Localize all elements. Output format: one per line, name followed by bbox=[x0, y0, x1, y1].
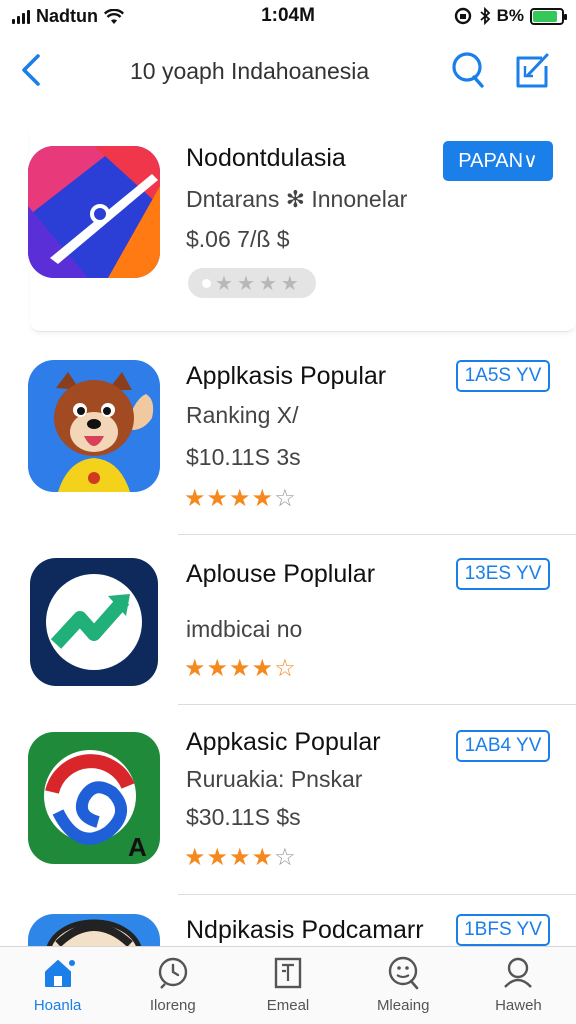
page-title: 10 yoaph Indahoanesia bbox=[130, 58, 370, 84]
tab-home[interactable]: Hoanla bbox=[0, 947, 115, 1024]
bear-mascot-app-icon[interactable] bbox=[28, 360, 160, 492]
app-price: $10.11S 3s bbox=[186, 444, 301, 470]
star-icon: ☆ bbox=[274, 655, 297, 682]
status-bar: Nadtun 1:04M B% bbox=[0, 0, 576, 34]
trend-app-icon[interactable] bbox=[28, 556, 160, 688]
star-icon: ★ bbox=[206, 655, 230, 682]
star-icon: ★ bbox=[206, 485, 230, 512]
star-icon: ★ bbox=[184, 655, 207, 682]
face-app-icon[interactable] bbox=[28, 914, 160, 946]
document-icon bbox=[274, 957, 302, 989]
app-price: imdbicai no bbox=[186, 616, 303, 642]
app-name[interactable]: Appkasic Popular bbox=[186, 728, 381, 757]
app-subtitle: Dntarans ✻ Innonelar bbox=[186, 186, 408, 212]
tab-label: Hoanla bbox=[33, 997, 82, 1014]
star-icon: ★ bbox=[258, 272, 277, 295]
star-icon: ★ bbox=[251, 844, 275, 871]
svg-text:A: A bbox=[128, 832, 147, 862]
get-button[interactable]: 1AB4 YV bbox=[456, 730, 550, 762]
tab-profile[interactable]: Haweh bbox=[461, 947, 576, 1024]
person-icon bbox=[504, 957, 533, 988]
star-icon: ★ bbox=[251, 485, 275, 512]
rating-pill: ★ ★ ★ ★ bbox=[188, 268, 316, 298]
star-icon: ★ bbox=[251, 655, 275, 682]
orientation-lock-icon bbox=[454, 7, 471, 25]
app-name[interactable]: Aplouse Poplular bbox=[186, 560, 375, 589]
divider bbox=[178, 704, 576, 705]
star-rating: ★★★★☆ bbox=[184, 843, 297, 872]
divider bbox=[178, 894, 576, 895]
battery-percent: B% bbox=[496, 6, 524, 25]
swirl-app-icon[interactable]: A bbox=[28, 732, 160, 864]
app-price: $30.11S $s bbox=[186, 804, 301, 830]
app-name[interactable]: Ndpikasis Podcamarr bbox=[186, 916, 424, 945]
search-icon[interactable] bbox=[448, 50, 488, 90]
app-name[interactable]: Nodontdulasia bbox=[186, 144, 346, 173]
star-icon: ★ bbox=[229, 485, 252, 512]
compass-app-icon[interactable] bbox=[28, 146, 160, 278]
rating-dot bbox=[202, 278, 211, 288]
search-chat-icon bbox=[389, 956, 419, 990]
chevron-left-icon[interactable] bbox=[14, 50, 50, 90]
navigation-bar: 10 yoaph Indahoanesia bbox=[0, 44, 576, 100]
compose-icon[interactable] bbox=[512, 50, 552, 90]
star-icon: ★ bbox=[184, 844, 207, 871]
clock-icon bbox=[158, 957, 187, 989]
star-icon: ★ bbox=[229, 844, 252, 871]
tab-label: Haweh bbox=[495, 997, 542, 1014]
tab-document[interactable]: Emeal bbox=[230, 947, 345, 1024]
app-subtitle: Ruruakia: Pnskar bbox=[186, 766, 363, 792]
star-icon: ☆ bbox=[274, 485, 297, 512]
app-name[interactable]: Applkasis Popular bbox=[186, 362, 386, 391]
status-right: B% bbox=[453, 6, 567, 26]
get-button[interactable]: 1BFS YV bbox=[456, 914, 550, 946]
tab-label: Emeal bbox=[266, 997, 310, 1014]
app-price: $.06 7/ß $ bbox=[186, 226, 290, 252]
bluetooth-icon bbox=[480, 7, 490, 25]
star-icon: ★ bbox=[215, 272, 233, 295]
star-icon: ★ bbox=[229, 655, 252, 682]
star-rating: ★★★★☆ bbox=[184, 654, 297, 683]
tab-label: Iloreng bbox=[149, 997, 196, 1014]
battery-icon bbox=[530, 7, 567, 25]
get-button[interactable]: 1A5S YV bbox=[456, 360, 550, 392]
star-icon: ★ bbox=[206, 844, 230, 871]
star-icon: ★ bbox=[280, 272, 299, 295]
star-icon: ★ bbox=[184, 485, 207, 512]
star-rating: ★★★★☆ bbox=[184, 484, 297, 513]
divider bbox=[178, 534, 576, 535]
home-icon bbox=[44, 960, 75, 987]
get-button[interactable]: 13ES YV bbox=[456, 558, 550, 590]
tab-recent[interactable]: Iloreng bbox=[115, 947, 230, 1024]
app-subtitle: Ranking X/ bbox=[186, 402, 299, 428]
star-icon: ★ bbox=[236, 272, 255, 295]
tab-label: Mleaing bbox=[376, 997, 430, 1014]
tab-search[interactable]: Mleaing bbox=[346, 947, 461, 1024]
tab-bar: Hoanla Iloreng Emeal Mleaing Haweh bbox=[0, 946, 576, 1024]
star-icon: ☆ bbox=[274, 844, 297, 871]
get-button[interactable]: PAPAN∨ bbox=[443, 141, 553, 181]
battery-level bbox=[533, 10, 557, 22]
